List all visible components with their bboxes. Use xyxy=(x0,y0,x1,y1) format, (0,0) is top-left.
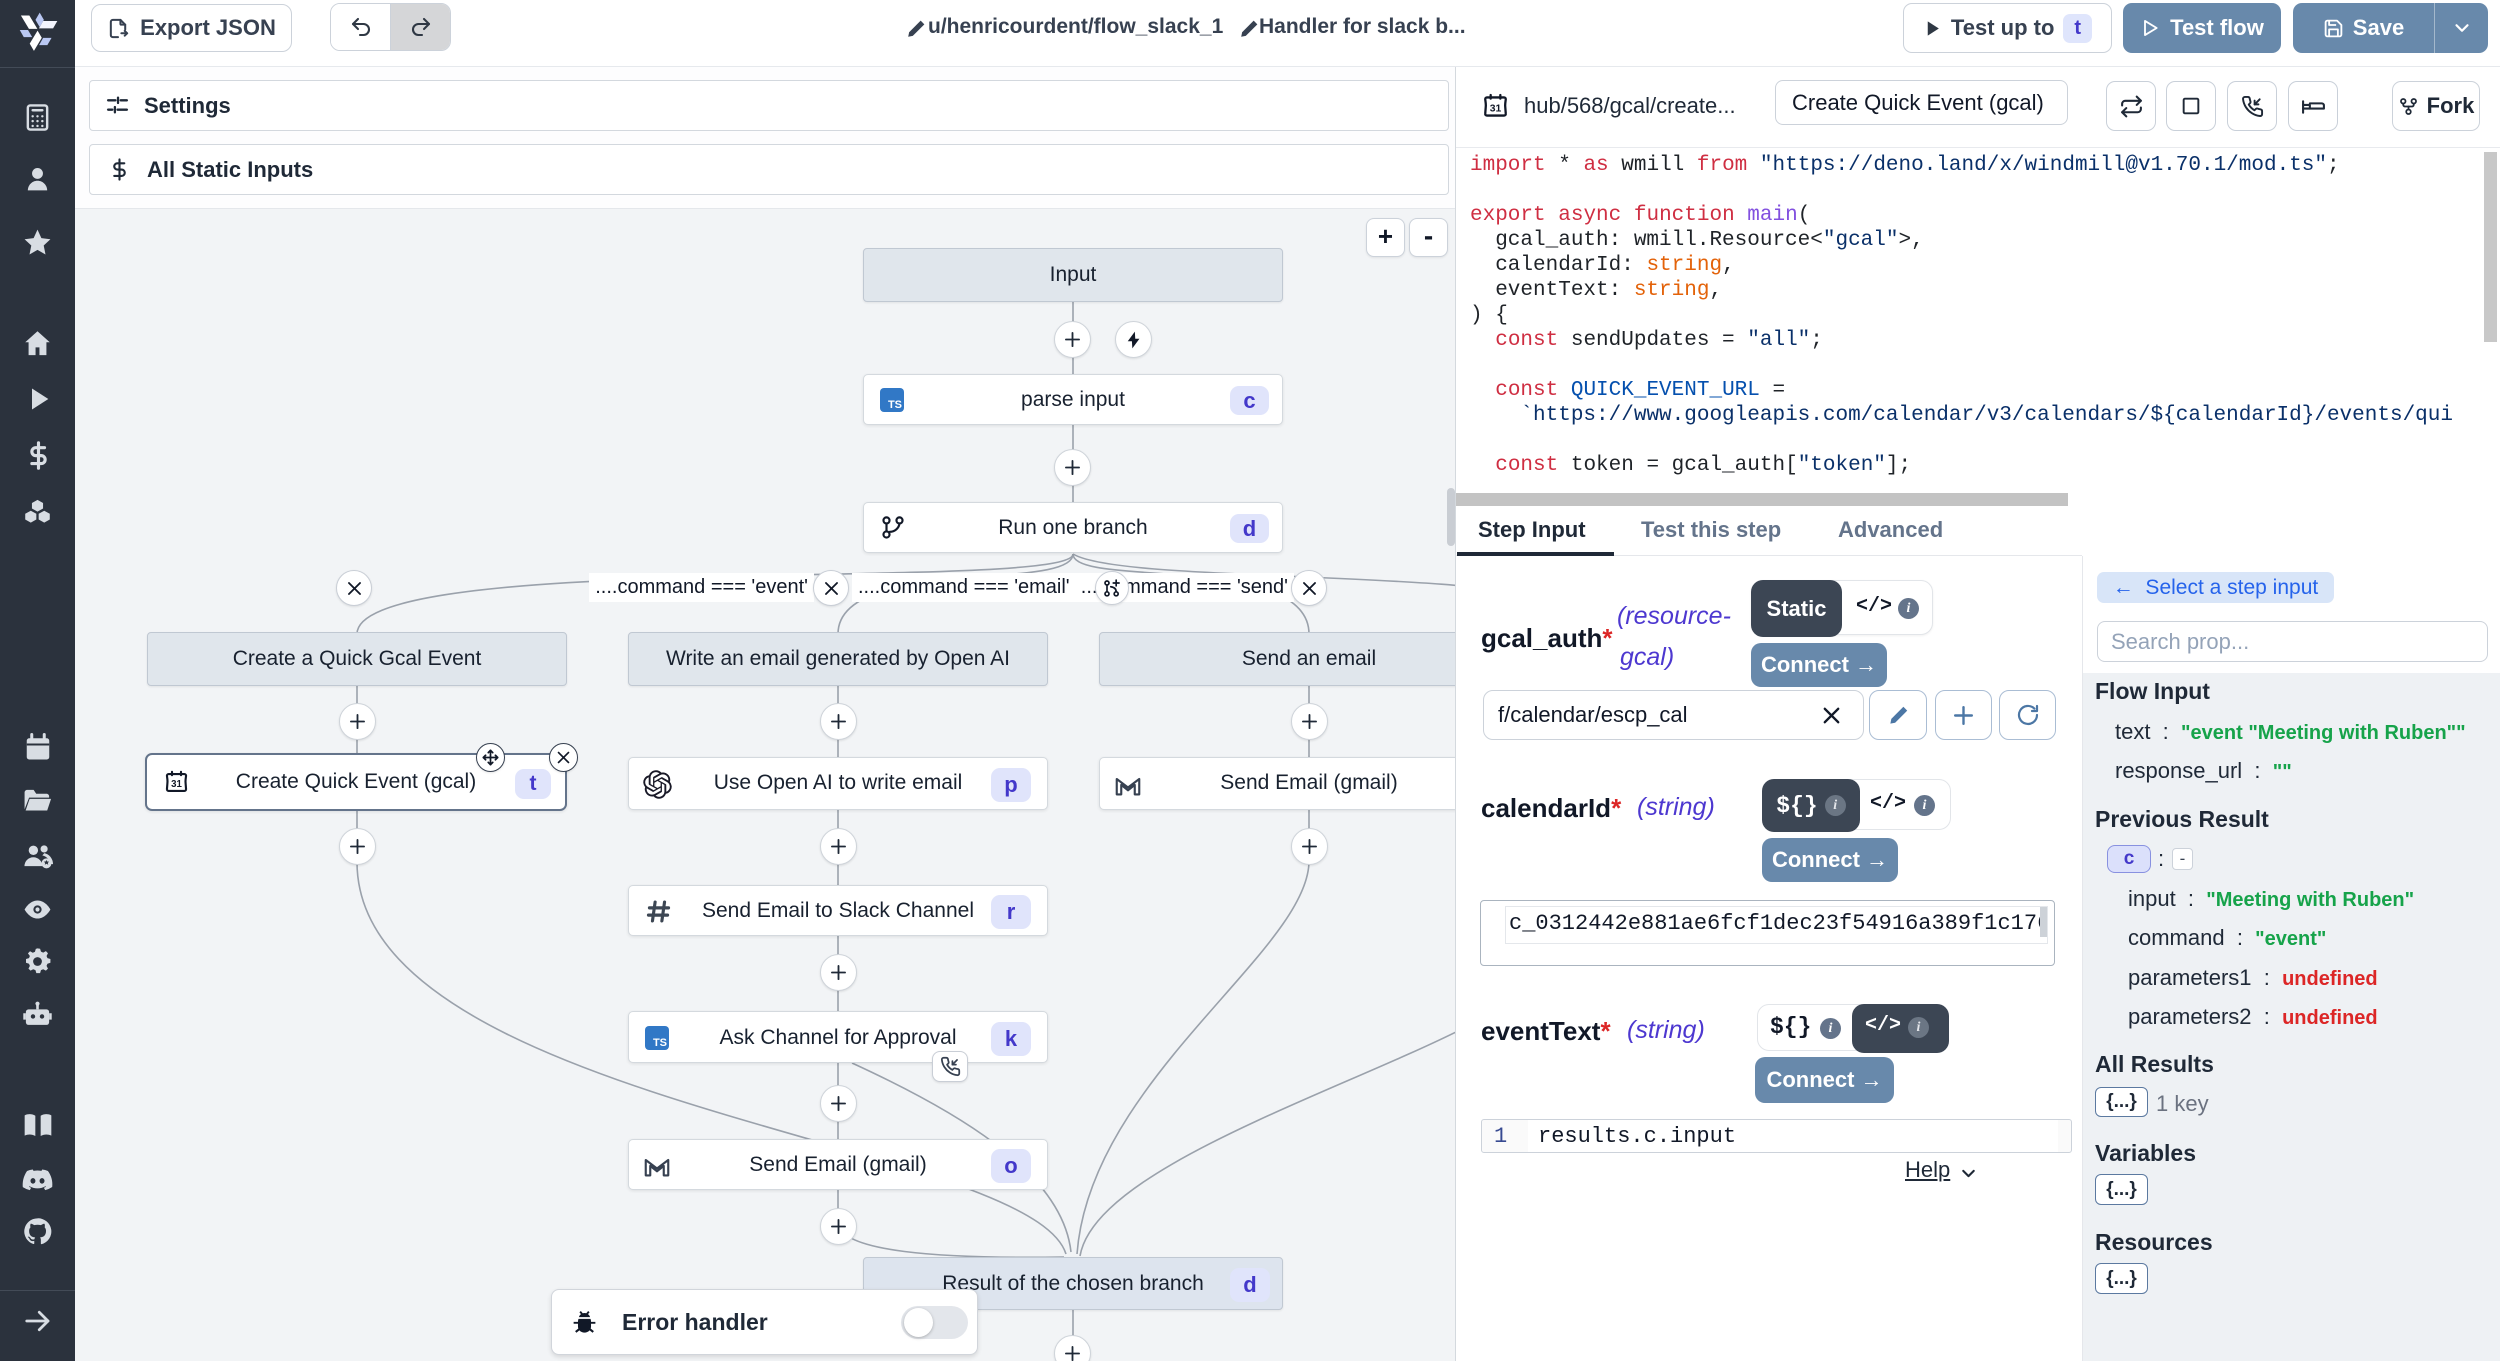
svg-text:31: 31 xyxy=(1490,104,1502,115)
